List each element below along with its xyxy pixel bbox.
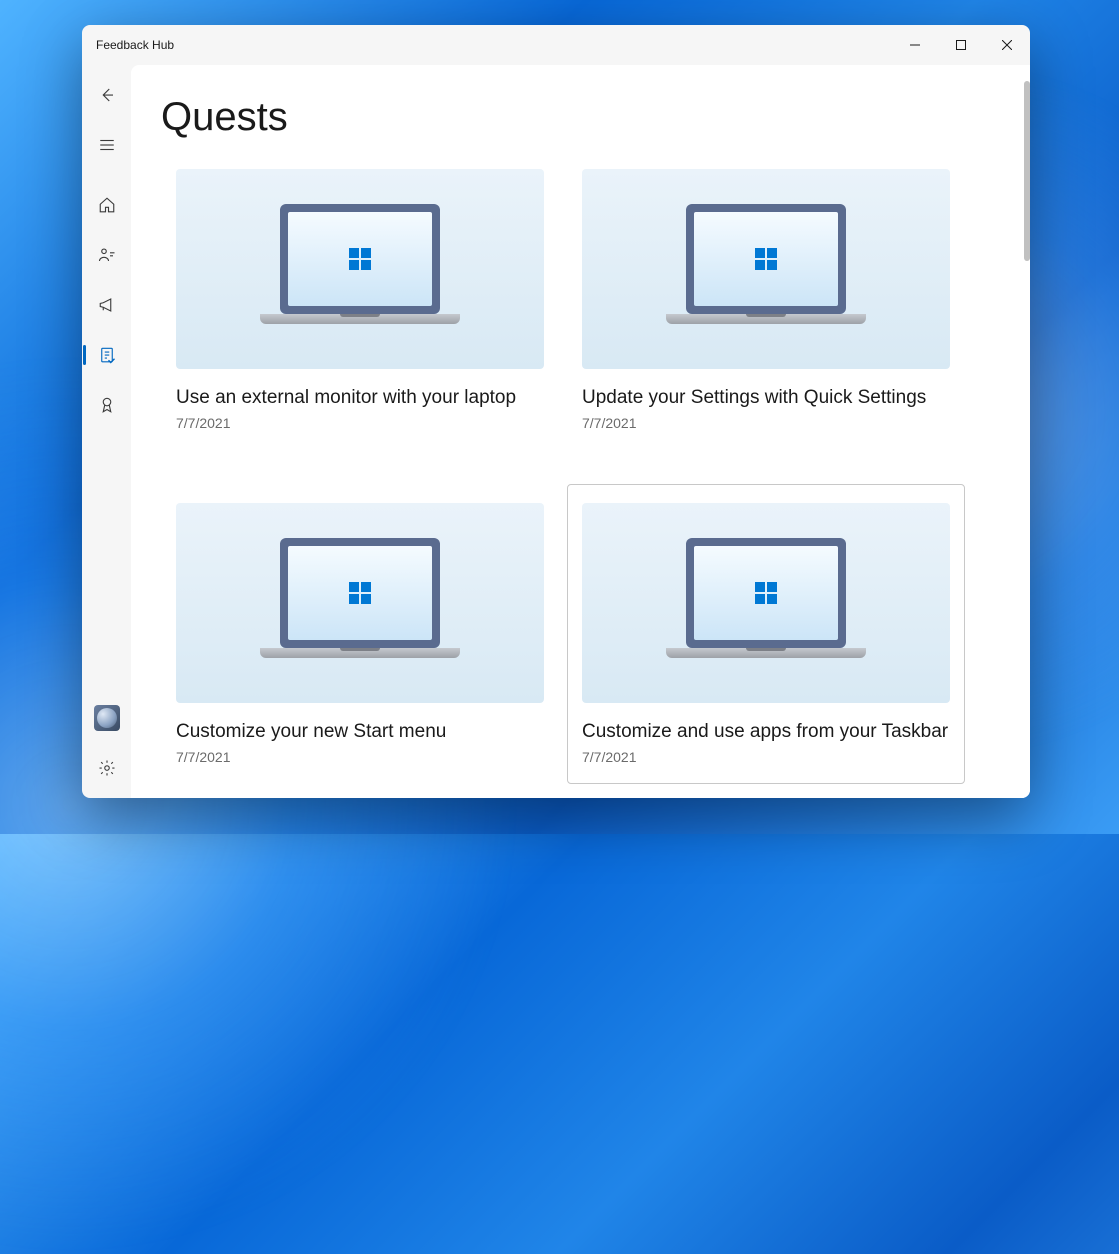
avatar-icon bbox=[94, 705, 120, 731]
quest-date: 7/7/2021 bbox=[176, 415, 544, 431]
laptop-icon bbox=[666, 204, 866, 334]
close-button[interactable] bbox=[984, 25, 1030, 65]
gear-icon bbox=[98, 759, 116, 777]
laptop-icon bbox=[260, 204, 460, 334]
back-arrow-icon bbox=[98, 86, 116, 104]
window-controls bbox=[892, 25, 1030, 65]
hamburger-button[interactable] bbox=[82, 125, 131, 165]
quest-thumbnail bbox=[582, 503, 950, 703]
quest-title: Use an external monitor with your laptop bbox=[176, 387, 544, 409]
hamburger-icon bbox=[98, 136, 116, 154]
megaphone-icon bbox=[98, 296, 116, 314]
quest-date: 7/7/2021 bbox=[582, 415, 950, 431]
quest-thumbnail bbox=[582, 169, 950, 369]
feedback-hub-window: Feedback Hub bbox=[82, 25, 1030, 798]
quest-title: Customize and use apps from your Taskbar bbox=[582, 721, 950, 743]
sidebar-settings[interactable] bbox=[82, 748, 131, 788]
quest-card[interactable]: Customize your new Start menu 7/7/2021 bbox=[175, 502, 545, 766]
back-button[interactable] bbox=[82, 75, 131, 115]
quest-card[interactable]: Update your Settings with Quick Settings… bbox=[581, 168, 951, 432]
quest-card[interactable]: Customize and use apps from your Taskbar… bbox=[567, 484, 965, 784]
quest-card[interactable]: Use an external monitor with your laptop… bbox=[175, 168, 545, 432]
sidebar-item-achievements[interactable] bbox=[82, 385, 131, 425]
quest-title: Customize your new Start menu bbox=[176, 721, 544, 743]
minimize-icon bbox=[910, 40, 920, 50]
body-area: Quests Use an external monitor with your… bbox=[82, 65, 1030, 798]
maximize-button[interactable] bbox=[938, 25, 984, 65]
sidebar bbox=[82, 65, 131, 798]
minimize-button[interactable] bbox=[892, 25, 938, 65]
app-title: Feedback Hub bbox=[96, 38, 174, 52]
laptop-icon bbox=[260, 538, 460, 668]
quest-date: 7/7/2021 bbox=[176, 749, 544, 765]
content-pane: Quests Use an external monitor with your… bbox=[131, 65, 1030, 798]
sidebar-account[interactable] bbox=[82, 698, 131, 738]
quest-title: Update your Settings with Quick Settings bbox=[582, 387, 950, 409]
sidebar-item-announcements[interactable] bbox=[82, 285, 131, 325]
quest-date: 7/7/2021 bbox=[582, 749, 950, 765]
quests-grid: Use an external monitor with your laptop… bbox=[161, 168, 986, 766]
feedback-icon bbox=[98, 246, 116, 264]
laptop-icon bbox=[666, 538, 866, 668]
ribbon-icon bbox=[98, 396, 116, 414]
sidebar-item-quests[interactable] bbox=[82, 335, 131, 375]
quest-thumbnail bbox=[176, 503, 544, 703]
home-icon bbox=[98, 196, 116, 214]
maximize-icon bbox=[956, 40, 966, 50]
sidebar-item-home[interactable] bbox=[82, 185, 131, 225]
page-title: Quests bbox=[161, 95, 986, 140]
titlebar[interactable]: Feedback Hub bbox=[82, 25, 1030, 65]
scrollbar[interactable] bbox=[1024, 81, 1030, 261]
quest-icon bbox=[98, 346, 116, 364]
sidebar-item-feedback[interactable] bbox=[82, 235, 131, 275]
quest-thumbnail bbox=[176, 169, 544, 369]
close-icon bbox=[1002, 40, 1012, 50]
